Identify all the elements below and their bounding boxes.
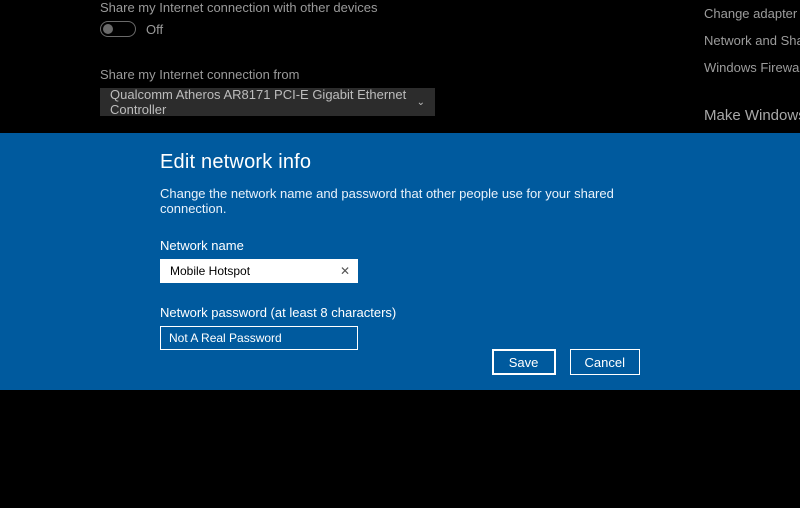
link-make-windows: Make Windows better [704, 107, 800, 124]
chevron-down-icon: ⌄ [417, 97, 425, 108]
adapter-dropdown[interactable]: Qualcomm Atheros AR8171 PCI-E Gigabit Et… [100, 88, 435, 116]
dialog-title: Edit network info [160, 151, 640, 174]
settings-main: Share my Internet connection with other … [100, 0, 540, 147]
adapter-selected: Qualcomm Atheros AR8171 PCI-E Gigabit Et… [110, 87, 417, 117]
share-devices-label: Share my Internet connection with other … [100, 0, 540, 15]
save-button[interactable]: Save [492, 349, 556, 375]
network-password-label: Network password (at least 8 characters) [160, 305, 640, 320]
network-password-input[interactable] [160, 326, 358, 350]
dialog-buttons: Save Cancel [492, 349, 640, 375]
cancel-button[interactable]: Cancel [570, 349, 640, 375]
edit-network-dialog: Edit network info Change the network nam… [0, 133, 800, 390]
share-toggle[interactable] [100, 21, 136, 37]
dialog-description: Change the network name and password tha… [160, 186, 640, 216]
share-toggle-state: Off [146, 22, 163, 37]
settings-right-links: Change adapter options Network and Shari… [700, 0, 800, 124]
network-name-input[interactable] [160, 259, 358, 283]
share-toggle-row: Off [100, 21, 540, 37]
clear-icon[interactable]: ✕ [336, 259, 354, 283]
network-name-label: Network name [160, 238, 640, 253]
link-change-adapter[interactable]: Change adapter options [704, 6, 800, 21]
link-firewall[interactable]: Windows Firewall [704, 60, 800, 75]
network-password-input-wrap [160, 326, 358, 350]
share-from-label: Share my Internet connection from [100, 67, 540, 82]
link-network-sharing[interactable]: Network and Sharing Center [704, 33, 800, 48]
network-name-input-wrap: ✕ [160, 259, 358, 283]
